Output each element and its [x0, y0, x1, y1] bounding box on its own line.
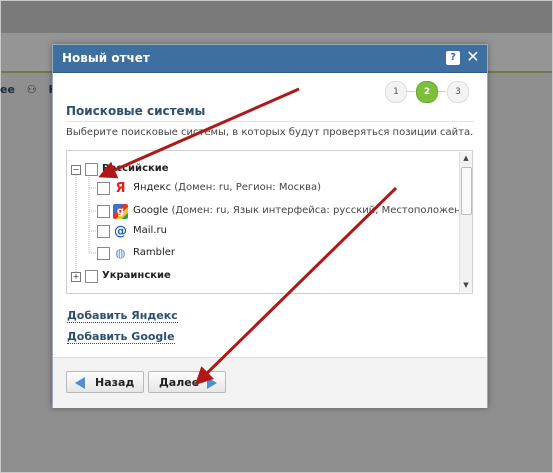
tree-group-label: Российские — [102, 163, 169, 174]
checkbox-rambler[interactable] — [97, 247, 110, 260]
dialog-title: Новый отчет — [62, 51, 150, 65]
close-icon[interactable]: ✕ — [466, 48, 480, 66]
arrow-right-icon — [207, 377, 217, 389]
checkbox-group-ukrainian[interactable] — [85, 270, 98, 283]
tree-item-label: Rambler — [133, 247, 175, 258]
scroll-up-icon[interactable]: ▲ — [460, 152, 472, 164]
google-icon: g — [113, 204, 128, 219]
checkbox-yandex[interactable] — [97, 182, 110, 195]
tree-item-label: Яндекс — [133, 182, 172, 193]
add-google-link[interactable]: Добавить Google — [67, 330, 175, 344]
background-link-1[interactable]: ее — [0, 83, 15, 96]
tree-group-label: Украинские — [102, 270, 171, 281]
next-button[interactable]: Далее — [148, 371, 226, 393]
next-button-label: Далее — [159, 376, 200, 389]
scroll-thumb[interactable] — [461, 167, 472, 215]
dialog-footer: Назад Далее — [53, 357, 487, 408]
step-1[interactable]: 1 — [385, 81, 407, 103]
tree-item-meta: (Домен: ru, Регион: Москва) — [171, 182, 322, 193]
checkbox-mail[interactable] — [97, 225, 110, 238]
section-title: Поисковые системы — [66, 104, 206, 118]
section-description: Выберите поисковые системы, в которых бу… — [66, 127, 474, 138]
section-divider — [66, 121, 474, 122]
new-report-dialog: Новый отчет ? ✕ 1 2 3 Поисковые системы … — [52, 44, 488, 408]
scroll-down-icon[interactable]: ▼ — [460, 279, 472, 291]
checkbox-google[interactable] — [97, 205, 110, 218]
user-icon: ⚇ — [26, 83, 37, 96]
step-2-active[interactable]: 2 — [416, 81, 438, 103]
add-yandex-link[interactable]: Добавить Яндекс — [67, 309, 178, 323]
search-engine-tree: − Российские Я Яндекс (Домен: ru, Регион… — [66, 150, 473, 294]
tree-item-meta: (Домен: ru, Язык интерфейса: русский, Ме… — [168, 205, 473, 216]
yandex-icon: Я — [115, 181, 126, 196]
tree-item-label: Google — [133, 205, 169, 216]
checkbox-group-russian[interactable] — [85, 163, 98, 176]
rambler-icon: ◍ — [115, 246, 126, 260]
dialog-titlebar: Новый отчет ? ✕ — [53, 45, 487, 73]
back-button-label: Назад — [95, 376, 135, 389]
arrow-left-icon — [75, 377, 85, 389]
page-header — [1, 1, 552, 33]
collapse-icon[interactable]: − — [71, 165, 81, 175]
step-connector — [437, 91, 446, 92]
step-3[interactable]: 3 — [447, 81, 469, 103]
tree-item-label: Mail.ru — [133, 225, 167, 236]
expand-icon[interactable]: + — [71, 272, 81, 282]
wizard-steps: 1 2 3 — [385, 81, 475, 103]
back-button[interactable]: Назад — [66, 371, 144, 393]
help-icon[interactable]: ? — [446, 51, 460, 65]
step-connector — [406, 91, 415, 92]
mail-icon: @ — [114, 224, 127, 239]
tree-scrollbar[interactable]: ▲ ▼ — [459, 152, 472, 292]
